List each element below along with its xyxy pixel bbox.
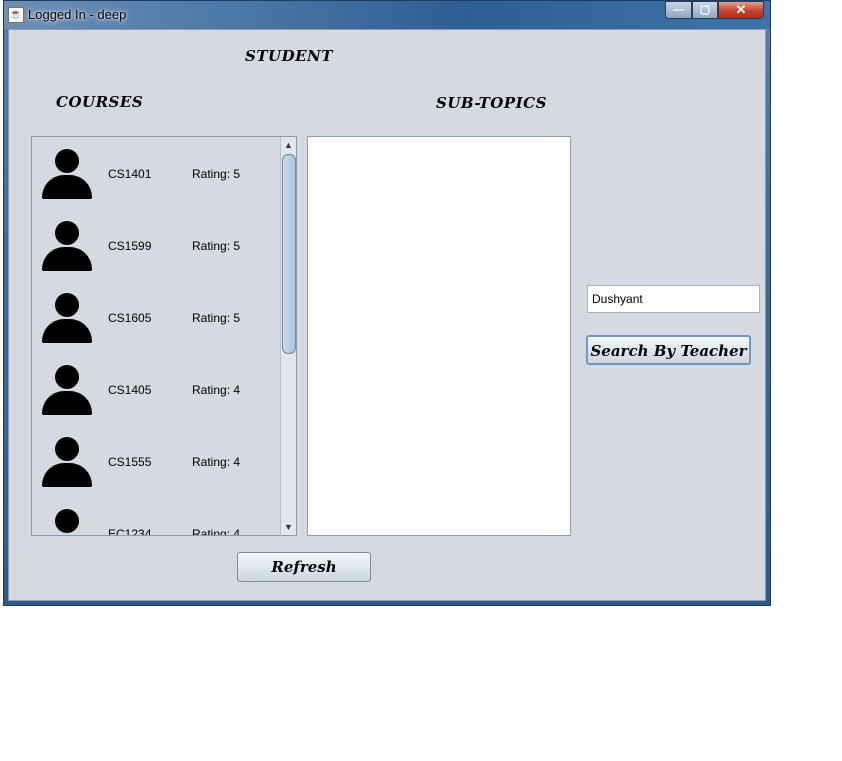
courses-list[interactable]: CS1401 Rating: 5 CS1599 Rating: 5 CS1605… bbox=[31, 136, 297, 536]
course-rating: Rating: 5 bbox=[192, 167, 241, 181]
window-controls: — ▢ ✕ bbox=[665, 1, 764, 19]
subtopics-heading: SUB-TOPICS bbox=[436, 94, 547, 112]
list-item[interactable]: CS1405 Rating: 4 bbox=[32, 353, 280, 425]
course-rating: Rating: 5 bbox=[192, 239, 241, 253]
content-panel: STUDENT COURSES SUB-TOPICS CS1401 Rating… bbox=[8, 29, 766, 601]
scroll-up-arrow-icon[interactable]: ▲ bbox=[281, 137, 296, 153]
window-title: Logged In - deep bbox=[28, 7, 127, 22]
user-avatar-icon bbox=[42, 365, 92, 417]
course-rating: Rating: 5 bbox=[192, 311, 241, 325]
user-avatar-icon bbox=[42, 149, 92, 201]
course-code: CS1555 bbox=[108, 455, 152, 469]
course-rating: Rating: 4 bbox=[192, 455, 241, 469]
student-heading: STUDENT bbox=[245, 47, 333, 65]
list-item[interactable]: CS1401 Rating: 5 bbox=[32, 137, 280, 209]
app-window: ☕ Logged In - deep — ▢ ✕ STUDENT COURSES… bbox=[3, 0, 771, 606]
user-avatar-icon bbox=[42, 293, 92, 345]
title-bar[interactable]: ☕ Logged In - deep — ▢ ✕ bbox=[4, 1, 770, 29]
user-avatar-icon bbox=[42, 509, 92, 535]
subtopics-list[interactable] bbox=[307, 136, 571, 536]
close-button[interactable]: ✕ bbox=[718, 1, 764, 19]
course-rating: Rating: 4 bbox=[192, 383, 241, 397]
maximize-button[interactable]: ▢ bbox=[692, 1, 718, 19]
java-app-icon: ☕ bbox=[8, 7, 24, 23]
teacher-search-input[interactable] bbox=[587, 285, 760, 313]
course-code: CS1605 bbox=[108, 311, 152, 325]
list-item[interactable]: CS1555 Rating: 4 bbox=[32, 425, 280, 497]
list-item[interactable]: EC1234 Rating: 4 bbox=[32, 497, 280, 536]
scroll-down-arrow-icon[interactable]: ▼ bbox=[281, 519, 296, 535]
user-avatar-icon bbox=[42, 221, 92, 273]
course-code: CS1405 bbox=[108, 383, 152, 397]
user-avatar-icon bbox=[42, 437, 92, 489]
search-by-teacher-button[interactable]: Search By Teacher bbox=[586, 335, 751, 365]
refresh-button[interactable]: Refresh bbox=[237, 552, 371, 582]
list-item[interactable]: CS1605 Rating: 5 bbox=[32, 281, 280, 353]
courses-scrollbar[interactable]: ▲ ▼ bbox=[280, 137, 296, 535]
course-rating: Rating: 4 bbox=[192, 527, 241, 536]
list-item[interactable]: CS1599 Rating: 5 bbox=[32, 209, 280, 281]
course-code: CS1599 bbox=[108, 239, 152, 253]
course-code: EC1234 bbox=[108, 527, 152, 536]
course-code: CS1401 bbox=[108, 167, 152, 181]
scrollbar-thumb[interactable] bbox=[282, 154, 296, 354]
minimize-button[interactable]: — bbox=[665, 1, 692, 19]
courses-heading: COURSES bbox=[56, 93, 144, 111]
